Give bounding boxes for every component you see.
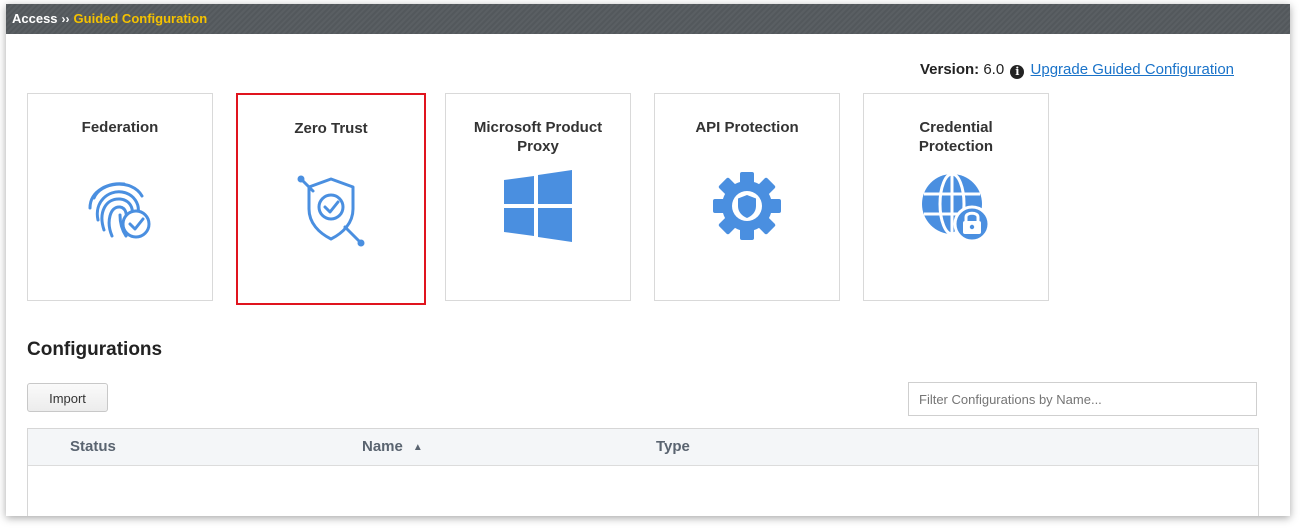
- column-header-name-label: Name: [362, 438, 403, 455]
- tile-federation[interactable]: Federation: [27, 93, 213, 301]
- info-icon: i: [1010, 65, 1025, 79]
- tile-title: Federation: [81, 119, 159, 136]
- breadcrumb-separator: ››: [61, 12, 70, 26]
- version-info: Version: 6.0 i Upgrade Guided Configurat…: [920, 61, 1234, 79]
- breadcrumb-current: Guided Configuration: [73, 11, 208, 26]
- version-label: Version:: [919, 61, 980, 78]
- upgrade-link[interactable]: Upgrade Guided Configuration: [1031, 61, 1234, 78]
- tile-api-protection[interactable]: API Protection: [654, 93, 840, 301]
- sort-ascending-icon: ▲: [412, 442, 423, 453]
- version-value: 6.0: [983, 61, 1005, 78]
- import-button[interactable]: Import: [27, 383, 108, 412]
- column-header-type[interactable]: Type: [656, 429, 690, 465]
- fingerprint-check-icon: [88, 182, 151, 239]
- tile-zero-trust[interactable]: Zero Trust: [236, 93, 426, 305]
- column-header-name[interactable]: Name ▲: [362, 429, 423, 466]
- windows-logo-icon: [504, 170, 572, 242]
- tile-title: Credential Protection: [918, 119, 994, 155]
- shield-check-icon: [297, 175, 365, 247]
- filter-configurations-input[interactable]: [908, 382, 1257, 416]
- tile-microsoft-product-proxy[interactable]: Microsoft Product Proxy: [445, 93, 631, 301]
- breadcrumb-root[interactable]: Access: [12, 11, 58, 26]
- table-header: Status Name ▲ Type: [28, 429, 1258, 466]
- tile-title: Microsoft Product Proxy: [473, 119, 603, 155]
- globe-lock-icon: [922, 172, 991, 243]
- configurations-heading: Configurations: [27, 339, 163, 360]
- configurations-table: Status Name ▲ Type: [27, 428, 1259, 516]
- tile-title: API Protection: [695, 119, 799, 136]
- tile-credential-protection[interactable]: Credential Protection: [863, 93, 1049, 301]
- column-header-status[interactable]: Status: [70, 429, 116, 465]
- tile-title: Zero Trust: [294, 120, 368, 137]
- guided-config-panel: Access ›› Guided Configuration Version: 6.…: [6, 4, 1290, 516]
- breadcrumb: Access ›› Guided Configuration: [6, 4, 1290, 34]
- gear-shield-icon: [713, 172, 781, 240]
